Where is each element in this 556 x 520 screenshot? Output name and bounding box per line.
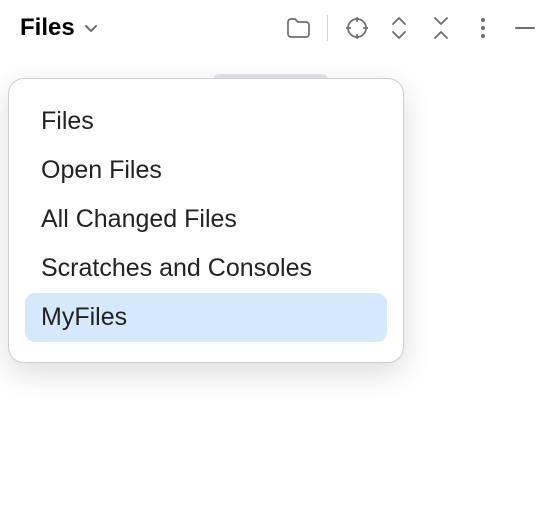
view-switcher[interactable]: Files xyxy=(20,14,99,42)
more-options-button[interactable] xyxy=(466,11,500,45)
select-opened-file-button[interactable] xyxy=(340,11,374,45)
dropdown-item-files[interactable]: Files xyxy=(25,97,387,146)
minimize-icon xyxy=(514,26,536,30)
hide-panel-button[interactable] xyxy=(508,11,542,45)
view-switcher-label: Files xyxy=(20,14,75,42)
toolbar: Files xyxy=(0,0,556,56)
crosshair-icon xyxy=(346,17,368,39)
dropdown-item-myfiles[interactable]: MyFiles xyxy=(25,293,387,342)
chevron-down-icon xyxy=(83,20,99,36)
expand-all-button[interactable] xyxy=(382,11,416,45)
dropdown-item-open-files[interactable]: Open Files xyxy=(25,146,387,195)
expand-icon xyxy=(390,17,408,39)
view-switcher-dropdown: Files Open Files All Changed Files Scrat… xyxy=(8,78,404,363)
folder-icon xyxy=(286,18,310,38)
kebab-icon xyxy=(480,17,486,39)
dropdown-item-scratches-and-consoles[interactable]: Scratches and Consoles xyxy=(25,244,387,293)
dropdown-item-all-changed-files[interactable]: All Changed Files xyxy=(25,195,387,244)
new-folder-button[interactable] xyxy=(281,11,315,45)
toolbar-divider xyxy=(327,15,328,41)
collapse-all-button[interactable] xyxy=(424,11,458,45)
collapse-icon xyxy=(432,17,450,39)
